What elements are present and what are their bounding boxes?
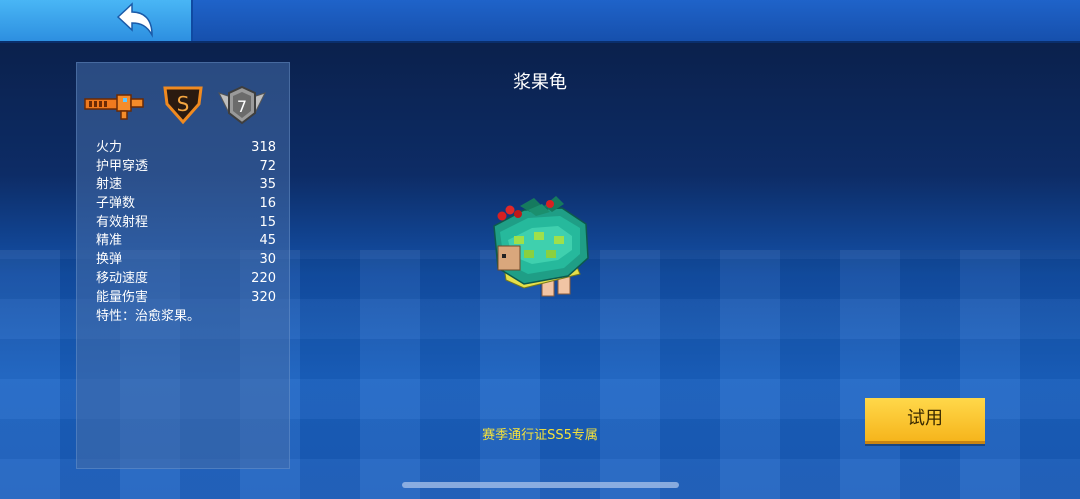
stat-row: 子弹数 16 — [96, 195, 276, 214]
stat-label: 射速 — [96, 177, 123, 193]
back-arrow-icon — [116, 2, 153, 38]
orange-blaster-icon — [84, 94, 144, 120]
stat-row: 精准 45 — [96, 232, 276, 251]
back-button[interactable] — [0, 0, 193, 41]
stat-row: 移动速度 220 — [96, 270, 276, 289]
stat-row: 火力 318 — [96, 139, 276, 158]
stat-value: 220 — [251, 270, 276, 286]
stat-value: 30 — [259, 252, 276, 268]
stat-label: 护甲穿透 — [96, 158, 149, 174]
stat-row: 护甲穿透 72 — [96, 158, 276, 177]
exclusive-label: 赛季通行证SS5专属 — [482, 428, 598, 443]
stat-value: 15 — [259, 214, 276, 230]
top-bar — [0, 0, 1080, 43]
stat-label: 有效射程 — [96, 214, 149, 230]
home-indicator — [402, 482, 679, 488]
stat-value: 318 — [251, 140, 276, 155]
stat-row: 有效射程 15 — [96, 214, 276, 233]
tier-wings-icon: 7 — [218, 85, 266, 125]
stat-label: 精准 — [96, 233, 123, 249]
stat-label: 换弹 — [96, 252, 123, 268]
stat-value: 45 — [259, 233, 276, 249]
stat-row: 射速 35 — [96, 176, 276, 195]
item-title: 浆果龟 — [513, 72, 567, 93]
rarity-s-icon: S — [163, 86, 203, 125]
stat-value: 320 — [251, 289, 276, 305]
stats-panel: S 7 火力 318 护甲穿透 72 射速 35 子弹数 16 有效射程 15 — [76, 62, 290, 469]
stat-list: 火力 318 护甲穿透 72 射速 35 子弹数 16 有效射程 15 精准 4… — [96, 139, 276, 326]
svg-text:S: S — [177, 92, 190, 116]
stat-label: 火力 — [96, 140, 123, 155]
stat-value: 72 — [259, 158, 276, 174]
stat-label: 移动速度 — [96, 270, 149, 286]
trait-text: 特性：治愈浆果。 — [96, 309, 201, 325]
svg-text:7: 7 — [237, 97, 247, 116]
stat-row: 能量伤害 320 — [96, 289, 276, 308]
stat-value: 35 — [259, 177, 276, 193]
stat-row: 换弹 30 — [96, 251, 276, 270]
stat-label: 能量伤害 — [96, 289, 149, 305]
stat-label: 子弹数 — [96, 196, 136, 212]
badge-row: S 7 — [83, 85, 283, 129]
try-button[interactable]: 试用 — [865, 398, 985, 444]
stat-value: 16 — [259, 196, 276, 212]
berry-turtle-model — [493, 196, 589, 297]
